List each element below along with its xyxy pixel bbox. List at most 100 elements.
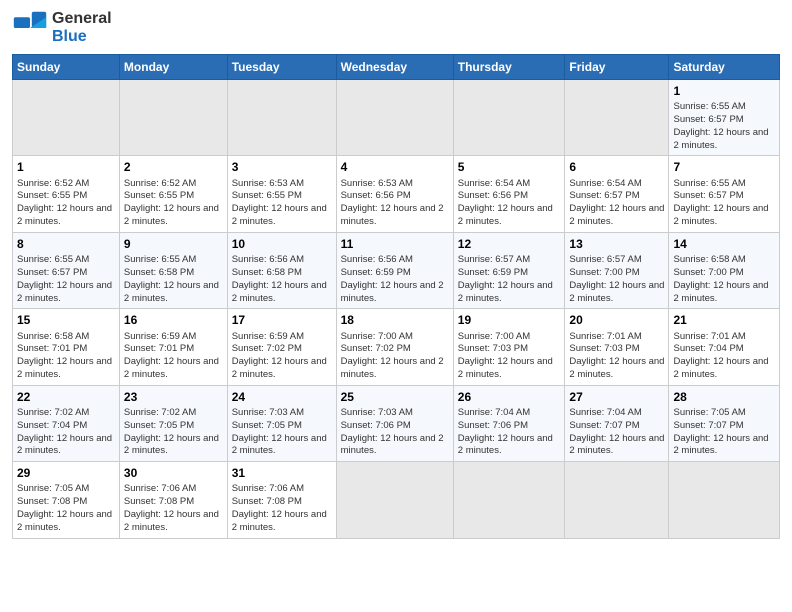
day-number: 15 xyxy=(17,312,115,328)
column-header-friday: Friday xyxy=(565,55,669,80)
calendar-cell xyxy=(565,80,669,156)
calendar-cell xyxy=(453,462,565,538)
calendar-cell xyxy=(13,80,120,156)
day-info: Sunrise: 6:53 AMSunset: 6:56 PMDaylight:… xyxy=(341,178,444,227)
day-number: 4 xyxy=(341,159,449,175)
calendar-cell: 14 Sunrise: 6:58 AMSunset: 7:00 PMDayligh… xyxy=(669,232,780,308)
calendar-cell: 30 Sunrise: 7:06 AMSunset: 7:08 PMDayligh… xyxy=(119,462,227,538)
day-number: 18 xyxy=(341,312,449,328)
day-info: Sunrise: 7:06 AMSunset: 7:08 PMDaylight:… xyxy=(232,483,327,532)
day-number: 28 xyxy=(673,389,775,405)
week-row-6: 29Sunrise: 7:05 AMSunset: 7:08 PMDayligh… xyxy=(13,462,780,538)
calendar-cell xyxy=(336,80,453,156)
day-number: 25 xyxy=(341,389,449,405)
calendar-cell: 22 Sunrise: 7:02 AMSunset: 7:04 PMDayligh… xyxy=(13,385,120,461)
week-row-2: 1 Sunrise: 6:52 AMSunset: 6:55 PMDaylight… xyxy=(13,156,780,232)
day-info: Sunrise: 6:56 AMSunset: 6:59 PMDaylight:… xyxy=(341,254,444,303)
day-info: Sunrise: 6:55 AMSunset: 6:57 PMDaylight:… xyxy=(673,178,768,227)
day-info: Sunrise: 6:57 AMSunset: 6:59 PMDaylight:… xyxy=(458,254,553,303)
day-number: 13 xyxy=(569,236,664,252)
calendar-cell: 6Sunrise: 6:54 AMSunset: 6:57 PMDaylight… xyxy=(565,156,669,232)
day-number: 8 xyxy=(17,236,115,252)
logo-text: General Blue xyxy=(52,10,112,45)
calendar-cell: 11Sunrise: 6:56 AMSunset: 6:59 PMDayligh… xyxy=(336,232,453,308)
day-info: Sunrise: 6:55 AMSunset: 6:58 PMDaylight:… xyxy=(124,254,219,303)
day-info: Sunrise: 6:52 AMSunset: 6:55 PMDaylight:… xyxy=(124,178,219,227)
calendar-cell xyxy=(565,462,669,538)
calendar-cell xyxy=(669,462,780,538)
day-info: Sunrise: 7:05 AMSunset: 7:07 PMDaylight:… xyxy=(673,407,768,456)
day-info: Sunrise: 6:55 AMSunset: 6:57 PMDaylight:… xyxy=(17,254,112,303)
day-number: 22 xyxy=(17,389,115,405)
day-number: 27 xyxy=(569,389,664,405)
day-number: 10 xyxy=(232,236,332,252)
day-info: Sunrise: 6:53 AMSunset: 6:55 PMDaylight:… xyxy=(232,178,327,227)
day-number: 2 xyxy=(124,159,223,175)
calendar-table: SundayMondayTuesdayWednesdayThursdayFrid… xyxy=(12,54,780,539)
calendar-cell: 23 Sunrise: 7:02 AMSunset: 7:05 PMDayligh… xyxy=(119,385,227,461)
calendar-cell: 26Sunrise: 7:04 AMSunset: 7:06 PMDayligh… xyxy=(453,385,565,461)
calendar-cell: 7 Sunrise: 6:55 AMSunset: 6:57 PMDaylight… xyxy=(669,156,780,232)
calendar-cell: 9 Sunrise: 6:55 AMSunset: 6:58 PMDaylight… xyxy=(119,232,227,308)
day-info: Sunrise: 7:03 AMSunset: 7:06 PMDaylight:… xyxy=(341,407,444,456)
day-number: 9 xyxy=(124,236,223,252)
day-number: 5 xyxy=(458,159,561,175)
calendar-cell: 8 Sunrise: 6:55 AMSunset: 6:57 PMDaylight… xyxy=(13,232,120,308)
calendar-cell: 1Sunrise: 6:52 AMSunset: 6:55 PMDaylight… xyxy=(13,156,120,232)
logo-icon xyxy=(12,10,48,46)
day-number: 6 xyxy=(569,159,664,175)
calendar-cell: 25 Sunrise: 7:03 AMSunset: 7:06 PMDayligh… xyxy=(336,385,453,461)
calendar-cell: 15Sunrise: 6:58 AMSunset: 7:01 PMDayligh… xyxy=(13,309,120,385)
week-row-1: 1 Sunrise: 6:55 AMSunset: 6:57 PMDaylight… xyxy=(13,80,780,156)
calendar-cell: 31 Sunrise: 7:06 AMSunset: 7:08 PMDayligh… xyxy=(227,462,336,538)
column-header-monday: Monday xyxy=(119,55,227,80)
calendar-cell xyxy=(227,80,336,156)
day-info: Sunrise: 6:56 AMSunset: 6:58 PMDaylight:… xyxy=(232,254,327,303)
calendar-cell: 3 Sunrise: 6:53 AMSunset: 6:55 PMDaylight… xyxy=(227,156,336,232)
day-info: Sunrise: 6:54 AMSunset: 6:56 PMDaylight:… xyxy=(458,178,553,227)
calendar-cell: 16 Sunrise: 6:59 AMSunset: 7:01 PMDayligh… xyxy=(119,309,227,385)
calendar-cell: 13 Sunrise: 6:57 AMSunset: 7:00 PMDayligh… xyxy=(565,232,669,308)
day-number: 19 xyxy=(458,312,561,328)
day-info: Sunrise: 7:06 AMSunset: 7:08 PMDaylight:… xyxy=(124,483,219,532)
day-info: Sunrise: 7:01 AMSunset: 7:04 PMDaylight:… xyxy=(673,331,768,380)
day-info: Sunrise: 6:58 AMSunset: 7:00 PMDaylight:… xyxy=(673,254,768,303)
day-info: Sunrise: 6:57 AMSunset: 7:00 PMDaylight:… xyxy=(569,254,664,303)
day-info: Sunrise: 7:00 AMSunset: 7:03 PMDaylight:… xyxy=(458,331,553,380)
week-row-4: 15Sunrise: 6:58 AMSunset: 7:01 PMDayligh… xyxy=(13,309,780,385)
column-header-tuesday: Tuesday xyxy=(227,55,336,80)
day-info: Sunrise: 7:00 AMSunset: 7:02 PMDaylight:… xyxy=(341,331,444,380)
day-info: Sunrise: 7:02 AMSunset: 7:05 PMDaylight:… xyxy=(124,407,219,456)
calendar-cell: 19 Sunrise: 7:00 AMSunset: 7:03 PMDayligh… xyxy=(453,309,565,385)
day-info: Sunrise: 7:01 AMSunset: 7:03 PMDaylight:… xyxy=(569,331,664,380)
day-number: 23 xyxy=(124,389,223,405)
day-number: 30 xyxy=(124,465,223,481)
day-number: 3 xyxy=(232,159,332,175)
day-number: 14 xyxy=(673,236,775,252)
day-number: 1 xyxy=(673,83,775,99)
day-number: 20 xyxy=(569,312,664,328)
calendar-cell: 2 Sunrise: 6:52 AMSunset: 6:55 PMDaylight… xyxy=(119,156,227,232)
week-row-3: 8 Sunrise: 6:55 AMSunset: 6:57 PMDaylight… xyxy=(13,232,780,308)
day-number: 7 xyxy=(673,159,775,175)
calendar-cell: 24Sunrise: 7:03 AMSunset: 7:05 PMDayligh… xyxy=(227,385,336,461)
calendar-cell xyxy=(453,80,565,156)
day-number: 12 xyxy=(458,236,561,252)
day-info: Sunrise: 6:55 AMSunset: 6:57 PMDaylight:… xyxy=(673,101,768,150)
logo: General Blue xyxy=(12,10,112,46)
column-header-thursday: Thursday xyxy=(453,55,565,80)
column-header-sunday: Sunday xyxy=(13,55,120,80)
column-header-saturday: Saturday xyxy=(669,55,780,80)
day-number: 16 xyxy=(124,312,223,328)
calendar-cell: 1 Sunrise: 6:55 AMSunset: 6:57 PMDaylight… xyxy=(669,80,780,156)
day-number: 29 xyxy=(17,465,115,481)
calendar-cell: 29Sunrise: 7:05 AMSunset: 7:08 PMDayligh… xyxy=(13,462,120,538)
calendar-cell: 21Sunrise: 7:01 AMSunset: 7:04 PMDayligh… xyxy=(669,309,780,385)
day-number: 24 xyxy=(232,389,332,405)
day-info: Sunrise: 7:02 AMSunset: 7:04 PMDaylight:… xyxy=(17,407,112,456)
day-number: 1 xyxy=(17,159,115,175)
day-number: 31 xyxy=(232,465,332,481)
day-info: Sunrise: 6:59 AMSunset: 7:01 PMDaylight:… xyxy=(124,331,219,380)
header-row: SundayMondayTuesdayWednesdayThursdayFrid… xyxy=(13,55,780,80)
calendar-cell: 17Sunrise: 6:59 AMSunset: 7:02 PMDayligh… xyxy=(227,309,336,385)
